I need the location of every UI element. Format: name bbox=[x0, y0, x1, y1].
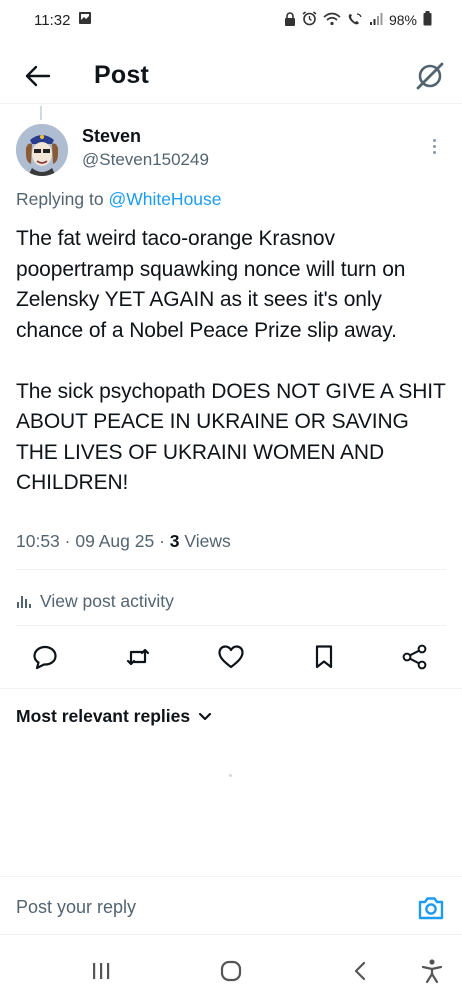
status-right: 98% bbox=[284, 11, 432, 29]
post-meta: 10:53 · 09 Aug 25 · 3 Views bbox=[16, 531, 231, 552]
top-app-bar: Post bbox=[0, 48, 462, 104]
views-label: Views bbox=[184, 531, 231, 551]
more-dot bbox=[432, 150, 436, 154]
replying-prefix: Replying to bbox=[16, 189, 104, 209]
post-paragraph: The fat weird taco-orange Krasnov pooper… bbox=[16, 227, 406, 342]
like-button[interactable] bbox=[216, 642, 246, 672]
post-text: The fat weird taco-orange Krasnov pooper… bbox=[16, 224, 452, 499]
replies-sort-label: Most relevant replies bbox=[16, 706, 191, 726]
battery-percent: 98% bbox=[388, 12, 417, 28]
analytics-icon bbox=[17, 596, 31, 608]
signal-icon bbox=[369, 12, 383, 29]
avatar[interactable] bbox=[16, 124, 68, 176]
reply-button[interactable] bbox=[30, 642, 60, 672]
view-post-activity-label: View post activity bbox=[40, 590, 174, 611]
reply-icon bbox=[33, 645, 57, 670]
divider bbox=[16, 625, 446, 626]
grok-icon bbox=[416, 62, 444, 90]
wifi-calling-icon bbox=[347, 12, 363, 29]
status-time: 11:32 bbox=[34, 11, 71, 29]
reply-composer: Post your reply bbox=[0, 876, 462, 936]
camera-button[interactable] bbox=[416, 893, 446, 923]
share-button[interactable] bbox=[400, 642, 430, 672]
post-actions bbox=[0, 632, 462, 682]
replying-mention[interactable]: @WhiteHouse bbox=[108, 189, 221, 209]
thread-connector bbox=[40, 106, 42, 120]
accessibility-icon bbox=[421, 959, 443, 984]
status-bar: 11:32 98% bbox=[0, 0, 462, 40]
author-handle[interactable]: @Steven150249 bbox=[82, 150, 209, 170]
wifi-icon bbox=[323, 12, 341, 29]
system-back-button[interactable] bbox=[345, 956, 375, 986]
repost-icon bbox=[126, 648, 150, 666]
repost-button[interactable] bbox=[123, 642, 153, 672]
gallery-icon bbox=[78, 11, 92, 29]
bookmark-button[interactable] bbox=[309, 642, 339, 672]
more-dots-icon bbox=[432, 138, 436, 142]
system-nav-bar bbox=[0, 940, 462, 1000]
camera-icon bbox=[418, 897, 444, 920]
alarm-icon bbox=[302, 11, 317, 29]
post-author: Steven @Steven150249 bbox=[16, 122, 446, 180]
home-icon bbox=[220, 960, 242, 982]
chevron-down-icon bbox=[199, 712, 212, 720]
like-icon bbox=[218, 645, 244, 669]
post-paragraph: The sick psychopath DOES NOT GIVE A SHIT… bbox=[16, 379, 446, 495]
more-options-button[interactable] bbox=[422, 134, 446, 158]
share-icon bbox=[402, 644, 427, 670]
page-title: Post bbox=[94, 61, 149, 89]
accessibility-button[interactable] bbox=[417, 956, 447, 986]
recents-icon bbox=[93, 963, 110, 979]
back-button[interactable] bbox=[18, 56, 58, 96]
view-post-activity-button[interactable]: View post activity bbox=[16, 587, 174, 615]
home-button[interactable] bbox=[216, 956, 246, 986]
divider bbox=[16, 569, 446, 570]
back-icon bbox=[354, 961, 366, 981]
replies-sort-button[interactable]: Most relevant replies bbox=[16, 706, 212, 727]
post-date[interactable]: 09 Aug 25 bbox=[75, 531, 154, 551]
post-time[interactable]: 10:53 bbox=[16, 531, 60, 551]
reply-input[interactable]: Post your reply bbox=[16, 897, 136, 918]
divider bbox=[0, 934, 462, 935]
battery-icon bbox=[423, 11, 432, 29]
lock-icon bbox=[284, 11, 296, 29]
bookmark-icon bbox=[315, 645, 333, 669]
views-count: 3 bbox=[169, 531, 180, 551]
divider bbox=[0, 688, 462, 689]
author-name[interactable]: Steven bbox=[82, 126, 141, 147]
loading-indicator bbox=[229, 774, 232, 777]
meta-separator: · bbox=[159, 531, 165, 551]
meta-separator: · bbox=[64, 531, 71, 551]
replying-to: Replying to @WhiteHouse bbox=[16, 189, 222, 210]
status-left: 11:32 bbox=[34, 11, 92, 29]
more-dot bbox=[432, 144, 436, 148]
recents-button[interactable] bbox=[86, 956, 116, 986]
arrow-left-icon bbox=[25, 65, 51, 86]
grok-button[interactable] bbox=[412, 58, 448, 94]
